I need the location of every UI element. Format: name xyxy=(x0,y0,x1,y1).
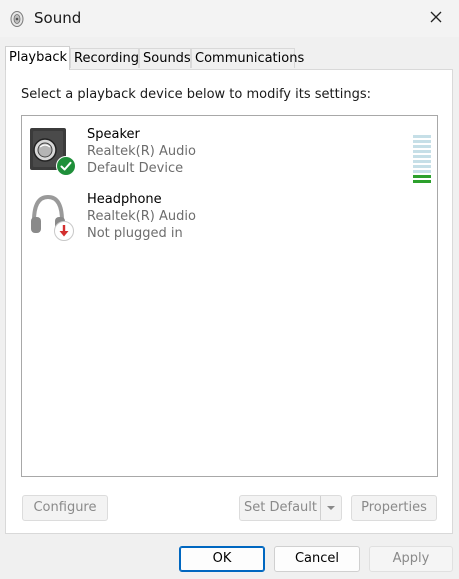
meter-segment xyxy=(413,145,431,148)
device-driver: Realtek(R) Audio xyxy=(87,144,196,159)
device-item-headphone[interactable]: Headphone Realtek(R) Audio Not plugged i… xyxy=(28,191,408,251)
tab-playback[interactable]: Playback xyxy=(5,46,70,70)
meter-segment xyxy=(413,160,431,163)
device-status: Not plugged in xyxy=(87,226,183,241)
unplugged-arrow-icon xyxy=(54,221,74,244)
properties-label: Properties xyxy=(361,500,427,515)
meter-segment xyxy=(413,170,431,173)
set-default-button[interactable]: Set Default xyxy=(239,495,342,521)
tab-communications[interactable]: Communications xyxy=(191,48,304,68)
device-driver: Realtek(R) Audio xyxy=(87,209,196,224)
configure-button[interactable]: Configure xyxy=(22,495,108,521)
sound-app-icon xyxy=(9,10,25,28)
instruction-text: Select a playback device below to modify… xyxy=(21,87,371,102)
meter-segment xyxy=(413,140,431,143)
window-title: Sound xyxy=(34,9,82,27)
ok-label: OK xyxy=(212,551,232,566)
meter-segment xyxy=(413,155,431,158)
apply-button[interactable]: Apply xyxy=(369,546,453,572)
device-name: Headphone xyxy=(87,192,162,207)
ok-button[interactable]: OK xyxy=(179,546,265,572)
device-text: Speaker Realtek(R) Audio Default Device xyxy=(87,126,196,177)
set-default-label: Set Default xyxy=(244,500,317,515)
device-status: Default Device xyxy=(87,161,184,176)
cancel-button[interactable]: Cancel xyxy=(274,546,360,572)
device-item-speaker[interactable]: Speaker Realtek(R) Audio Default Device xyxy=(28,126,431,186)
device-name: Speaker xyxy=(87,127,140,142)
properties-button[interactable]: Properties xyxy=(351,495,437,521)
device-list[interactable]: Speaker Realtek(R) Audio Default Device xyxy=(21,115,438,477)
meter-segment xyxy=(413,165,431,168)
device-text: Headphone Realtek(R) Audio Not plugged i… xyxy=(87,191,196,242)
meter-segment xyxy=(413,180,431,183)
cancel-label: Cancel xyxy=(294,551,340,566)
configure-label: Configure xyxy=(33,500,97,515)
meter-segment xyxy=(413,150,431,153)
meter-segment xyxy=(413,135,431,138)
apply-label: Apply xyxy=(392,551,430,566)
meter-segment xyxy=(413,175,431,178)
set-default-dropdown[interactable] xyxy=(320,496,341,520)
close-button[interactable] xyxy=(413,0,459,37)
title-bar: Sound xyxy=(0,0,459,37)
level-meter xyxy=(413,135,431,185)
default-check-icon xyxy=(56,156,76,179)
close-icon xyxy=(430,11,442,26)
tab-sounds[interactable]: Sounds xyxy=(139,48,191,68)
tab-recording[interactable]: Recording xyxy=(70,48,139,68)
